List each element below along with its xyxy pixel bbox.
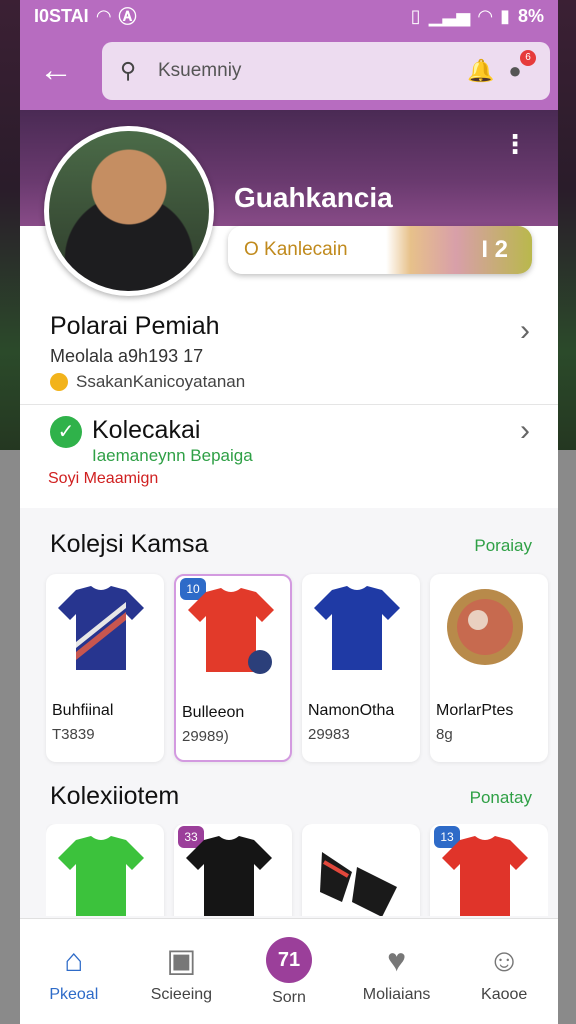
status-time: I0STAI bbox=[34, 5, 89, 26]
section-link[interactable]: Ponatay bbox=[470, 788, 532, 808]
chevron-right-icon[interactable]: › bbox=[520, 414, 530, 448]
chat-icon[interactable]: ● 6 bbox=[498, 50, 536, 88]
item-meta: T3839 bbox=[52, 726, 95, 743]
heart-icon: ♥ bbox=[387, 941, 407, 978]
list-item[interactable]: MorlarPtes 8g bbox=[430, 574, 548, 762]
signal-icon: ▁▃▅ bbox=[428, 5, 471, 26]
jersey-icon bbox=[442, 836, 528, 916]
check-icon: ✓ bbox=[50, 416, 82, 448]
jersey-icon bbox=[186, 836, 272, 916]
divider bbox=[20, 404, 558, 405]
nav-label: Pkeoal bbox=[49, 985, 99, 1003]
warning-text: Soyi Meaamign bbox=[48, 470, 159, 487]
jersey-icon bbox=[58, 836, 144, 916]
app-screen: I0STAI ◠ Ⓐ ▯ ▁▃▅ ◠ ▮ 8% ← ⚲ Ksuemniy 🔔 ●… bbox=[20, 0, 558, 1024]
boots-icon bbox=[320, 852, 397, 916]
row-meta-text: SsakanKanicoyatanan bbox=[76, 372, 246, 391]
jersey-icon bbox=[314, 586, 400, 670]
chevron-right-icon[interactable]: › bbox=[520, 314, 530, 348]
row-subtitle: Iaemaneynn Bepaiga bbox=[92, 446, 253, 465]
list-item[interactable]: 10 Bulleeon 29989) bbox=[174, 574, 292, 762]
nav-label: Sorn bbox=[272, 988, 306, 1006]
notification-badge: 6 bbox=[520, 50, 536, 66]
item-name: Bulleeon bbox=[182, 704, 245, 721]
wifi-icon: ◠ bbox=[96, 5, 111, 26]
nav-item-center[interactable]: 71 Sorn bbox=[239, 936, 339, 1007]
username: Guahkancia bbox=[234, 182, 393, 213]
battery-percent: 8% bbox=[517, 5, 544, 26]
list-item[interactable]: 33 bbox=[174, 824, 292, 916]
item-shelf: Buhfiinal T3839 10 Bulleeon 29989) Namon… bbox=[46, 574, 548, 764]
nav-item-gallery[interactable]: ▣ Scieeing bbox=[131, 940, 231, 1004]
back-arrow-icon[interactable]: ← bbox=[38, 52, 74, 88]
row-title: Kolecakai bbox=[92, 416, 201, 444]
row-title: Polarai Pemiah bbox=[50, 312, 220, 340]
row-meta: SsakanKanicoyatanan bbox=[50, 372, 245, 392]
coin-icon bbox=[50, 373, 68, 391]
battery-icon: ▮ bbox=[500, 5, 510, 26]
wifi-icon: ◠ bbox=[478, 5, 493, 26]
item-meta: 29983 bbox=[308, 726, 350, 743]
jersey-icon bbox=[188, 588, 274, 674]
jersey-icon bbox=[58, 586, 144, 670]
item-meta: 29989) bbox=[182, 728, 229, 745]
list-item[interactable] bbox=[302, 824, 420, 916]
search-input[interactable]: Ksuemniy bbox=[158, 60, 464, 82]
section-link[interactable]: Poraiay bbox=[474, 536, 532, 556]
item-name: NamonOtha bbox=[308, 702, 395, 719]
avatar-photo bbox=[49, 131, 209, 291]
search-icon: ⚲ bbox=[120, 58, 137, 83]
item-name: Buhfiinal bbox=[52, 702, 114, 719]
image-icon: ▣ bbox=[166, 941, 197, 978]
list-item[interactable]: Buhfiinal T3839 bbox=[46, 574, 164, 762]
bottom-navigation: ⌂ Pkeoal ▣ Scieeing 71 Sorn ♥ Moliaians … bbox=[20, 918, 558, 1024]
list-item[interactable]: NamonOtha 29983 bbox=[302, 574, 420, 762]
at-icon: Ⓐ bbox=[118, 7, 137, 27]
level-pill[interactable]: O Kanlecain I 2 bbox=[228, 226, 532, 274]
list-item[interactable]: 13 bbox=[430, 824, 548, 916]
nav-label: Moliaians bbox=[362, 985, 431, 1003]
item-name: MorlarPtes bbox=[436, 702, 514, 719]
row-subtitle: Meolala a9h193 17 bbox=[50, 346, 204, 366]
avatar[interactable] bbox=[44, 126, 214, 296]
level-value: I 2 bbox=[481, 236, 508, 263]
nav-label: Scieeing bbox=[150, 985, 213, 1003]
home-icon: ⌂ bbox=[64, 941, 84, 978]
center-icon: 71 bbox=[265, 936, 312, 983]
item-shelf: 33 13 bbox=[46, 824, 548, 916]
top-bar: I0STAI ◠ Ⓐ ▯ ▁▃▅ ◠ ▮ 8% ← ⚲ Ksuemniy 🔔 ●… bbox=[20, 0, 558, 110]
nav-label: Kaooe bbox=[481, 985, 528, 1003]
section-title: Kolexiiotem bbox=[50, 782, 180, 810]
more-vertical-icon[interactable]: ⋮ bbox=[502, 131, 528, 157]
nav-item-home[interactable]: ⌂ Pkeoal bbox=[24, 940, 124, 1004]
list-item[interactable] bbox=[46, 824, 164, 916]
search-bar[interactable]: ⚲ Ksuemniy 🔔 ● 6 bbox=[102, 42, 550, 100]
bell-icon[interactable]: 🔔 bbox=[464, 54, 498, 88]
level-label: O Kanlecain bbox=[244, 239, 348, 260]
status-bar: I0STAI ◠ Ⓐ ▯ ▁▃▅ ◠ ▮ 8% bbox=[34, 4, 544, 28]
nav-item-favorites[interactable]: ♥ Moliaians bbox=[347, 940, 447, 1004]
profile-icon: ☺ bbox=[487, 941, 521, 978]
vibrate-icon: ▯ bbox=[410, 5, 421, 26]
nav-item-profile[interactable]: ☺ Kaooe bbox=[454, 940, 554, 1004]
section-title: Kolejsi Kamsa bbox=[50, 530, 209, 558]
medal-icon bbox=[447, 589, 523, 665]
item-meta: 8g bbox=[436, 726, 453, 743]
